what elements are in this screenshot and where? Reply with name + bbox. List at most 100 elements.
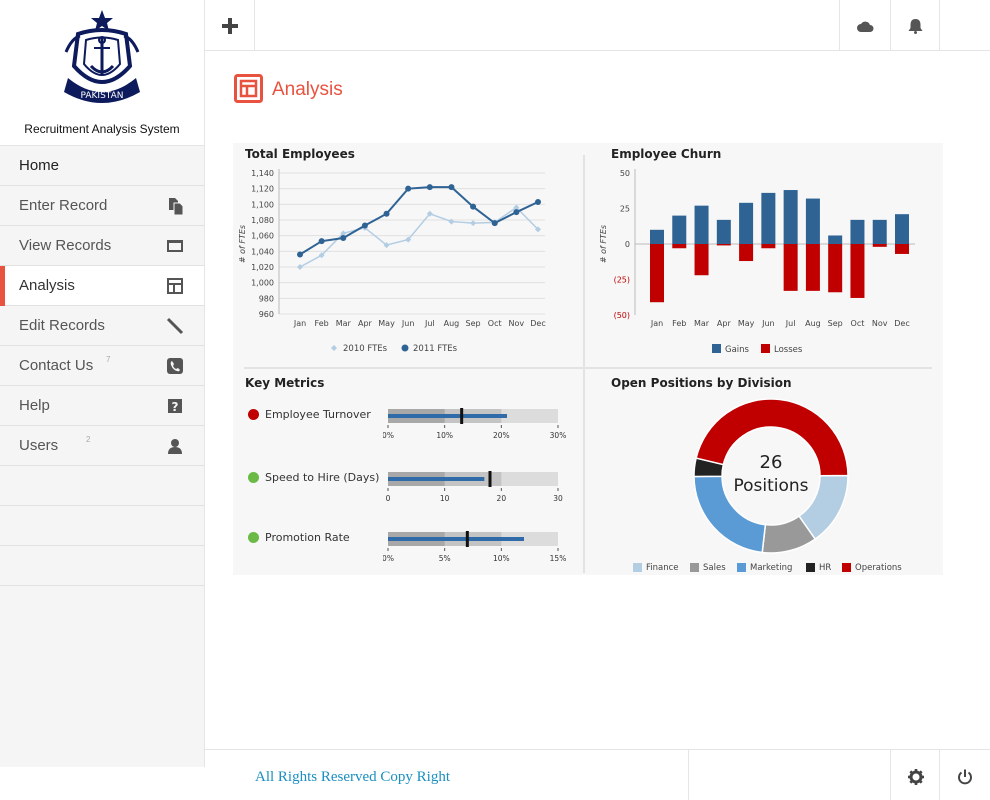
data-point xyxy=(448,184,455,191)
bar-gains xyxy=(783,190,798,244)
x-tick-label: Dec xyxy=(530,319,545,328)
chart-title-employee-churn: Employee Churn xyxy=(611,147,722,161)
x-tick-label: Aug xyxy=(444,319,460,328)
navy-emblem-logo: PAKISTAN xyxy=(64,10,140,103)
contact-badge: 7 xyxy=(106,355,111,364)
legend-marker xyxy=(737,563,746,572)
logo-text: PAKISTAN xyxy=(81,91,124,101)
sidebar-item-users[interactable]: Users 2 xyxy=(0,426,204,466)
x-tick-label: May xyxy=(378,319,395,328)
x-tick-label: Jul xyxy=(424,319,435,328)
legend-label: 2011 FTEs xyxy=(413,344,458,354)
notifications-button[interactable] xyxy=(890,0,940,50)
pencil-icon xyxy=(166,317,184,335)
tick-label: 0% xyxy=(383,431,394,440)
sidebar-item-enter-record[interactable]: Enter Record xyxy=(0,186,204,226)
cloud-icon xyxy=(857,21,874,32)
bullet-value-bar xyxy=(388,477,485,481)
bar-losses xyxy=(761,244,776,249)
sidebar-item-analysis[interactable]: Analysis xyxy=(0,266,204,306)
add-button[interactable] xyxy=(205,0,255,50)
metric-label: Speed to Hire (Days) xyxy=(265,471,380,484)
x-tick-label: Jan xyxy=(293,319,306,328)
x-tick-label: Oct xyxy=(851,319,865,328)
bar-losses xyxy=(783,244,798,291)
bullet-chart: 0% 5% 10% 15% xyxy=(383,531,566,563)
data-point xyxy=(297,264,303,270)
data-point xyxy=(535,198,541,205)
plus-icon xyxy=(222,18,238,34)
x-tick-label: Jul xyxy=(785,319,796,328)
legend-marker xyxy=(712,344,721,353)
y-tick-label: 1,020 xyxy=(251,263,274,272)
sidebar-item-edit-records[interactable]: Edit Records xyxy=(0,306,204,346)
logout-button[interactable] xyxy=(940,750,990,800)
top-bar xyxy=(205,0,990,51)
legend-marker xyxy=(761,344,770,353)
legend-marker xyxy=(806,563,815,572)
bar-gains xyxy=(694,205,709,244)
bar-losses xyxy=(650,244,664,303)
metric-status-dot xyxy=(248,472,259,483)
legend-marker xyxy=(842,563,851,572)
y-axis-label: # of FTEs xyxy=(599,225,608,263)
series-line-2010 xyxy=(299,206,539,268)
sidebar: PAKISTAN Recruitment Analysis System Hom… xyxy=(0,0,205,767)
tick-label: 0% xyxy=(383,554,394,563)
legend-marker xyxy=(401,344,409,352)
x-tick-label: Feb xyxy=(315,319,329,328)
x-tick-label: Nov xyxy=(509,319,525,328)
sidebar-item-view-records[interactable]: View Records xyxy=(0,226,204,266)
sidebar-empty-row xyxy=(0,466,204,506)
legend-label: Finance xyxy=(646,563,679,573)
employee-churn-bar-chart: 50 25 0 (25) (50) # of FTEs Jan Feb Mar Apr May Jun… xyxy=(599,169,915,355)
settings-button[interactable] xyxy=(890,750,940,800)
tick-label: 30 xyxy=(553,494,563,503)
sidebar-empty-row xyxy=(0,506,204,546)
data-point xyxy=(470,220,477,227)
sidebar-item-home[interactable]: Home xyxy=(0,146,204,186)
legend-marker xyxy=(690,563,699,572)
data-point xyxy=(361,222,368,229)
x-tick-label: Jan xyxy=(650,319,663,328)
tick-label: 20% xyxy=(493,431,510,440)
y-tick-label: (50) xyxy=(614,311,630,320)
legend-marker xyxy=(633,563,642,572)
y-tick-label: 1,000 xyxy=(251,279,274,288)
svg-text:?: ? xyxy=(172,400,179,414)
x-tick-label: Dec xyxy=(894,319,909,328)
legend-marker xyxy=(331,345,337,351)
sidebar-item-contact-us[interactable]: Contact Us 7 xyxy=(0,346,204,386)
bar-gains xyxy=(672,215,687,244)
gear-icon xyxy=(908,769,924,785)
bar-gains xyxy=(895,214,909,244)
bar-gains xyxy=(650,229,664,244)
donut-center-value: 26 xyxy=(760,452,783,473)
sidebar-item-label: Help xyxy=(19,397,50,414)
dashboard-divider xyxy=(244,367,932,369)
tick-label: 0 xyxy=(386,494,391,503)
footer-divider xyxy=(688,750,689,800)
sidebar-item-help[interactable]: Help ? xyxy=(0,386,204,426)
x-tick-label: Feb xyxy=(672,319,686,328)
cloud-button[interactable] xyxy=(839,0,890,50)
series-line-2011 xyxy=(299,186,539,256)
copyright-text: All Rights Reserved Copy Right xyxy=(255,769,450,785)
metric-label: Employee Turnover xyxy=(265,408,371,421)
tick-label: 30% xyxy=(550,431,567,440)
data-point xyxy=(340,235,347,242)
chart-title-total-employees: Total Employees xyxy=(245,147,355,161)
x-tick-label: Oct xyxy=(488,319,502,328)
legend-label: Operations xyxy=(855,563,902,573)
bar-losses xyxy=(716,244,731,246)
bar-gains xyxy=(716,219,731,244)
sidebar-item-label: Contact Us xyxy=(19,357,94,374)
page-title-text: Analysis xyxy=(272,79,343,100)
bar-losses xyxy=(895,244,909,254)
chart-title-key-metrics: Key Metrics xyxy=(245,376,325,390)
data-point xyxy=(426,184,433,191)
app-name: Recruitment Analysis System xyxy=(24,122,180,136)
open-positions-donut-chart: 26 Positions Finance Sales Marketing HR Operat… xyxy=(633,398,902,573)
bullet-target-marker xyxy=(488,471,492,487)
bar-gains xyxy=(739,202,754,244)
